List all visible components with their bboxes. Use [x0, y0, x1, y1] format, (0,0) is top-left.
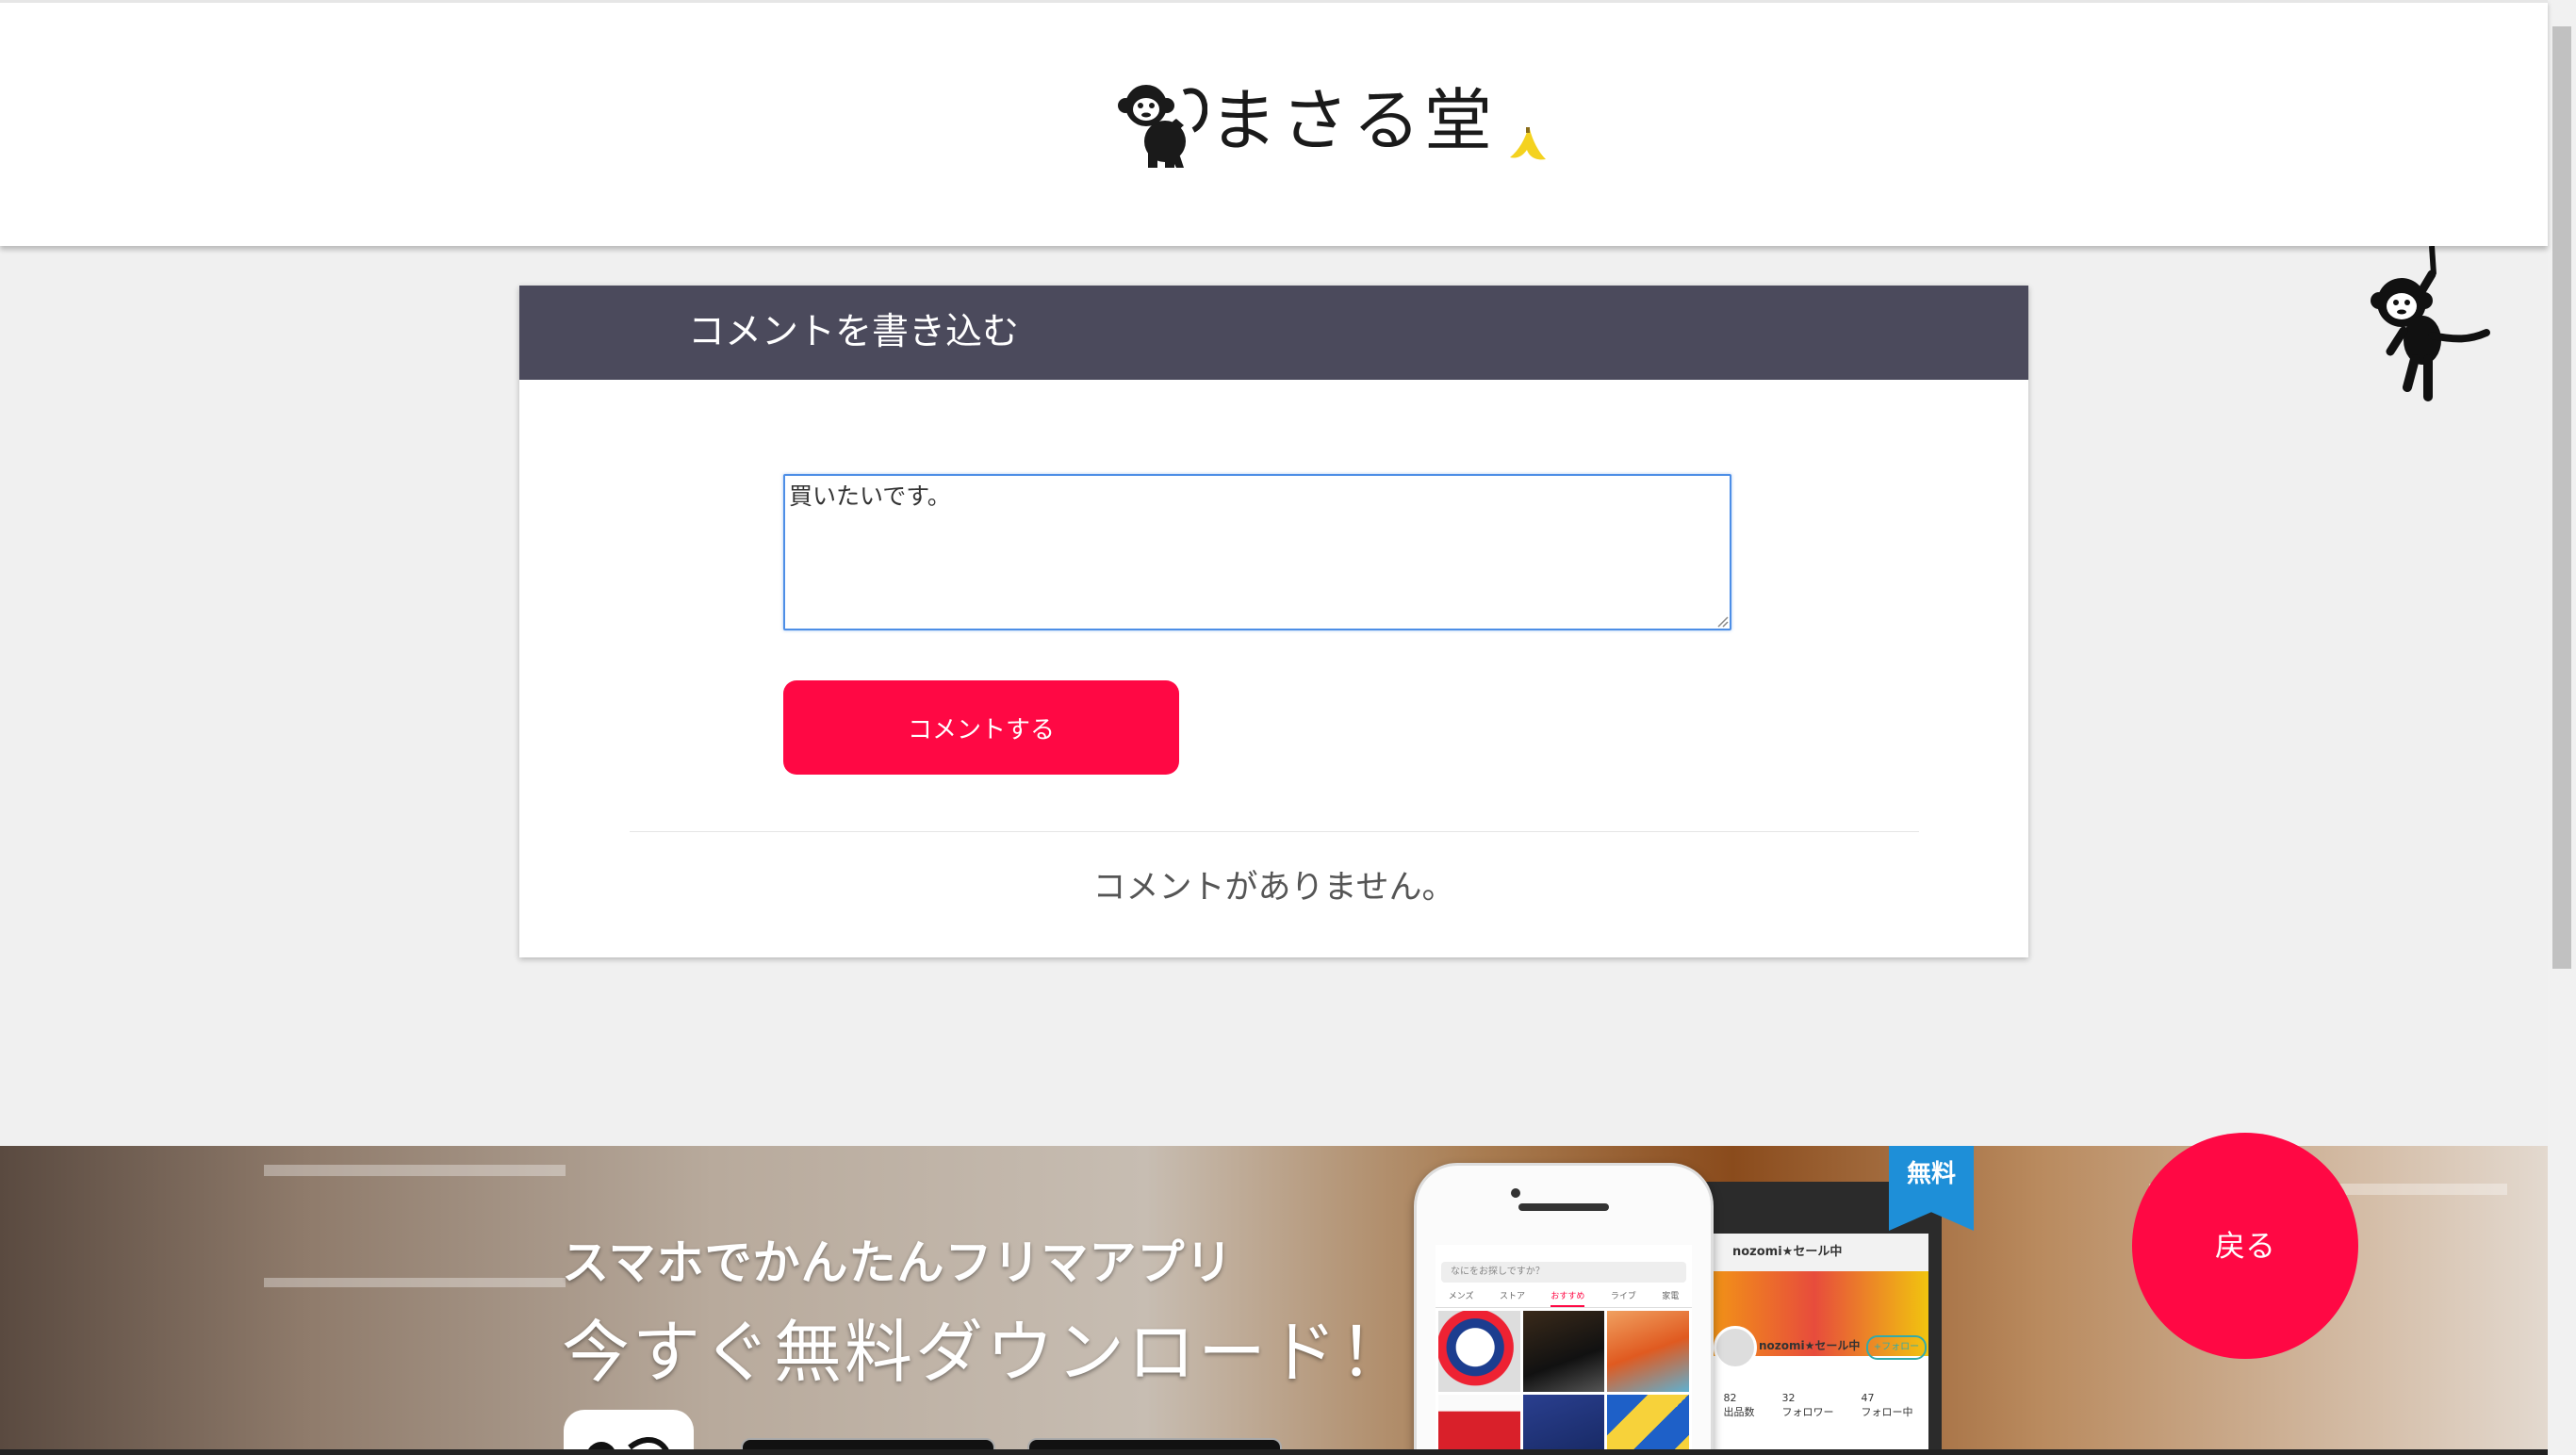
profile-stats: 82 出品数 32 フォロワー 47 フォロー中	[1710, 1392, 1927, 1419]
camera-icon	[1511, 1188, 1520, 1198]
page-scrollbar[interactable]	[2548, 0, 2576, 1455]
banner-headline: 今すぐ無料ダウンロード！	[562, 1313, 1411, 1392]
comment-textarea[interactable]: 買いたいです。	[783, 474, 1731, 630]
phone-feed-screen: なにをお探しですか？ メンズ ストア おすすめ ライブ 家電	[1436, 1245, 1692, 1455]
scrollbar-thumb[interactable]	[2552, 26, 2571, 969]
banner-tagline: スマホでかんたんフリマアプリ	[562, 1235, 1234, 1290]
phone-profile-screen: nozomi★セール中 nozomi★セール中 +フォロー 82 出品数 32 フォ…	[1700, 1234, 1928, 1455]
stat-item: 82 出品数	[1723, 1392, 1755, 1418]
phone-tab-active: おすすめ	[1551, 1286, 1585, 1307]
stat-item: 32 フォロワー	[1781, 1392, 1834, 1418]
phone-tab: メンズ	[1448, 1292, 1474, 1301]
comment-submit-button[interactable]: コメントする	[783, 680, 1179, 775]
phone-mockup-feed: なにをお探しですか？ メンズ ストア おすすめ ライブ 家電	[1414, 1163, 1714, 1455]
site-logo[interactable]: まさる堂	[1118, 74, 1496, 168]
phone-item-grid	[1436, 1308, 1692, 1455]
phone-tab: ライブ	[1610, 1292, 1636, 1301]
item-thumbnail	[1607, 1311, 1689, 1392]
hanging-monkey-icon	[2371, 246, 2490, 401]
divider	[630, 831, 1919, 832]
item-thumbnail	[1522, 1311, 1605, 1392]
profile-header: nozomi★セール中	[1700, 1234, 1928, 1271]
item-thumbnail	[1438, 1395, 1520, 1455]
comment-card: コメントを書き込む 買いたいです。 コメントする コメントがありません。	[519, 286, 2028, 957]
back-button[interactable]: 戻る	[2132, 1133, 2358, 1359]
background-shelf	[264, 1165, 566, 1176]
item-thumbnail	[1522, 1395, 1605, 1455]
site-name: まさる堂	[1209, 81, 1497, 160]
site-header: まさる堂	[0, 0, 2548, 246]
phone-search-bar: なにをお探しですか？	[1441, 1262, 1686, 1283]
banana-icon	[1510, 127, 1546, 160]
resize-grip-icon[interactable]	[1715, 614, 1729, 628]
phone-tabs: メンズ ストア おすすめ ライブ 家電	[1436, 1286, 1692, 1308]
app-icon[interactable]	[564, 1410, 694, 1455]
item-thumbnail	[1607, 1395, 1689, 1455]
avatar	[1714, 1326, 1757, 1369]
background-shelf	[264, 1278, 566, 1287]
follow-button: +フォロー	[1866, 1335, 1927, 1360]
monkey-icon	[1118, 85, 1207, 168]
stat-item: 47 フォロー中	[1861, 1392, 1913, 1418]
phone-status-bar	[1436, 1245, 1692, 1258]
phone-tab: 家電	[1662, 1292, 1680, 1301]
speaker-grille	[1518, 1203, 1609, 1211]
profile-name: nozomi★セール中	[1759, 1339, 1861, 1352]
item-thumbnail	[1438, 1311, 1520, 1392]
empty-comments-message: コメントがありません。	[1092, 869, 1455, 907]
phone-tab: ストア	[1499, 1292, 1525, 1301]
comment-card-title: コメントを書き込む	[519, 286, 2028, 380]
bottom-edge	[0, 1449, 2548, 1455]
monkey-icon	[586, 1437, 671, 1455]
